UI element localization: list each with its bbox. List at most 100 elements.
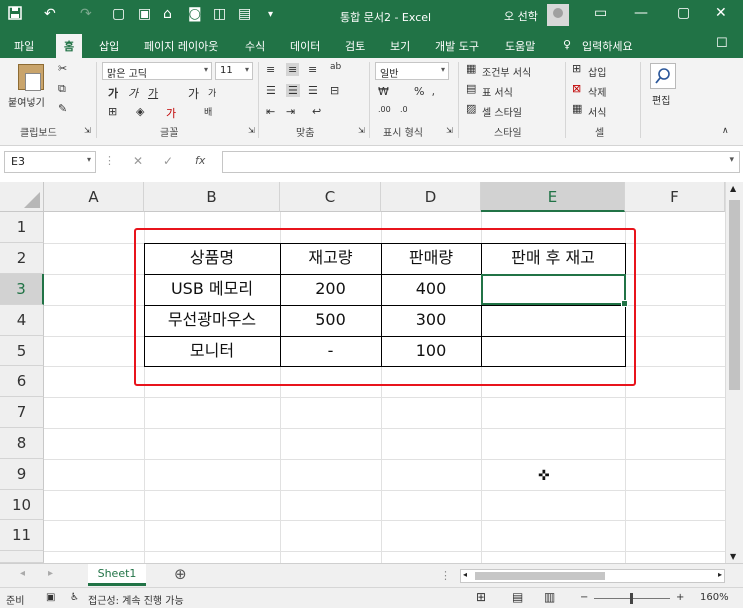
insert-cells-button[interactable]: 삽입 — [588, 64, 606, 79]
align-bottom-icon[interactable]: ≡ — [308, 63, 317, 76]
collapse-ribbon-icon[interactable]: ∧ — [722, 126, 729, 136]
currency-icon[interactable]: ₩ — [378, 85, 389, 98]
scroll-right-icon[interactable]: ▸ — [718, 570, 722, 579]
alignment-launcher-icon[interactable]: ⇲ — [358, 126, 365, 135]
next-sheet-icon[interactable]: ▸ — [48, 568, 53, 579]
cell-styles-button[interactable]: 셀 스타일 — [482, 104, 522, 119]
enter-icon[interactable]: ✓ — [163, 154, 173, 168]
tab-formulas[interactable]: 수식 — [245, 38, 265, 54]
increase-font-icon[interactable]: 가 — [188, 85, 199, 102]
zoom-level[interactable]: 160% — [700, 592, 729, 603]
form-icon[interactable]: ▤ — [238, 6, 251, 22]
conditional-format-button[interactable]: 조건부 서식 — [482, 64, 531, 79]
align-right-icon[interactable]: ☰ — [308, 84, 318, 97]
merge-icon[interactable]: ⊟ — [330, 84, 339, 97]
align-left-icon[interactable]: ☰ — [266, 84, 276, 97]
vertical-scrollbar[interactable]: ▲ ▼ — [725, 182, 743, 563]
tab-page-layout[interactable]: 페이지 레이아웃 — [144, 38, 218, 54]
tab-home[interactable]: 홈 — [56, 34, 83, 58]
decrease-font-icon[interactable]: 가 — [208, 86, 216, 99]
column-header-b[interactable]: B — [144, 182, 280, 212]
tab-insert[interactable]: 삽입 — [99, 38, 119, 54]
print-preview-icon[interactable]: ◫ — [213, 6, 226, 22]
vertical-scroll-thumb[interactable] — [729, 200, 740, 390]
camera-icon[interactable]: ◙ — [188, 6, 202, 22]
accessibility-status[interactable]: 접근성: 계속 진행 가능 — [88, 592, 184, 607]
delete-cells-button[interactable]: 삭제 — [588, 84, 606, 99]
align-middle-icon[interactable]: ≡ — [286, 63, 300, 76]
decrease-indent-icon[interactable]: ⇤ — [266, 105, 275, 118]
tab-help[interactable]: 도움말 — [505, 38, 535, 54]
row-header-12[interactable] — [0, 551, 44, 563]
insert-function-icon[interactable]: fx — [195, 154, 205, 167]
select-all-corner[interactable] — [0, 182, 44, 212]
font-name-select[interactable]: 맑은 고딕 ▾ — [102, 62, 212, 80]
row-header-6[interactable]: 6 — [0, 366, 44, 397]
font-launcher-icon[interactable]: ⇲ — [248, 126, 255, 135]
add-sheet-icon[interactable]: ⊕ — [174, 565, 187, 583]
expand-formula-icon[interactable]: ▾ — [729, 155, 734, 165]
page-break-view-icon[interactable]: ▥ — [544, 590, 555, 604]
zoom-slider-thumb[interactable] — [630, 593, 633, 604]
align-center-icon[interactable]: ☰ — [286, 84, 300, 97]
spreadsheet-grid[interactable]: A B C D E F 1 2 3 4 5 6 7 8 9 10 11 상품명 … — [0, 182, 725, 563]
copy-icon[interactable]: ⧉ — [58, 82, 66, 96]
font-size-select[interactable]: 11 ▾ — [215, 62, 253, 80]
cut-icon[interactable]: ✂ — [58, 62, 67, 75]
comment-icon[interactable]: ☐ — [716, 36, 728, 51]
format-cells-button[interactable]: 서식 — [588, 104, 606, 119]
cancel-icon[interactable]: ✕ — [133, 154, 143, 168]
tab-file[interactable]: 파일 — [14, 38, 34, 54]
row-header-2[interactable]: 2 — [0, 243, 44, 274]
save-icon[interactable] — [8, 6, 22, 24]
horizontal-scrollbar[interactable]: ◂ ▸ — [460, 569, 725, 583]
tab-developer[interactable]: 개발 도구 — [435, 38, 479, 54]
row-header-1[interactable]: 1 — [0, 212, 44, 243]
orientation-icon[interactable]: ab — [330, 62, 341, 72]
zoom-in-icon[interactable]: + — [676, 592, 684, 603]
row-header-7[interactable]: 7 — [0, 397, 44, 428]
bold-icon[interactable]: 가 — [108, 85, 118, 101]
row-header-3[interactable]: 3 — [0, 274, 44, 305]
new-file-icon[interactable]: ▢ — [112, 6, 125, 22]
formula-input[interactable]: ▾ — [222, 151, 740, 173]
search-icon[interactable] — [650, 63, 676, 89]
prev-sheet-icon[interactable]: ◂ — [20, 568, 25, 579]
format-painter-icon[interactable]: ✎ — [58, 102, 67, 115]
page-layout-view-icon[interactable]: ▤ — [512, 590, 523, 604]
save-as-icon[interactable]: ▣ — [138, 6, 151, 22]
number-launcher-icon[interactable]: ⇲ — [446, 126, 453, 135]
avatar[interactable] — [547, 4, 569, 26]
row-header-10[interactable]: 10 — [0, 490, 44, 520]
clipboard-launcher-icon[interactable]: ⇲ — [84, 126, 91, 135]
name-box[interactable]: E3 ▾ — [4, 151, 96, 173]
column-header-f[interactable]: F — [625, 182, 725, 212]
wrap-text-icon[interactable]: ↩ — [312, 105, 321, 118]
underline-icon[interactable]: 가 — [148, 85, 158, 101]
open-icon[interactable]: ⌂ — [163, 6, 172, 22]
sheet-tab-sheet1[interactable]: Sheet1 — [88, 564, 146, 586]
customize-qat-icon[interactable]: ▾ — [268, 9, 273, 20]
normal-view-icon[interactable]: ⊞ — [476, 590, 486, 604]
row-header-5[interactable]: 5 — [0, 336, 44, 366]
horizontal-scroll-thumb[interactable] — [475, 572, 605, 580]
paste-button[interactable]: 붙여넣기 — [8, 94, 45, 109]
zoom-out-icon[interactable]: − — [580, 592, 588, 603]
scroll-down-icon[interactable]: ▼ — [730, 552, 736, 561]
tab-view[interactable]: 보기 — [390, 38, 410, 54]
borders-icon[interactable]: ⊞ — [108, 105, 117, 118]
editing-button[interactable]: 편집 — [652, 92, 670, 107]
phonetic-icon[interactable]: 배 — [204, 105, 212, 118]
increase-decimal-icon[interactable]: .00 — [378, 105, 391, 114]
maximize-icon[interactable]: ▢ — [677, 5, 690, 21]
table-format-button[interactable]: 표 서식 — [482, 84, 513, 99]
column-header-c[interactable]: C — [280, 182, 381, 212]
comma-icon[interactable]: ⸴ — [432, 85, 435, 100]
user-name[interactable]: 오 선학 — [504, 8, 538, 24]
percent-icon[interactable]: % — [414, 85, 424, 98]
increase-indent-icon[interactable]: ⇥ — [286, 105, 295, 118]
scroll-up-icon[interactable]: ▲ — [730, 184, 736, 193]
tab-review[interactable]: 검토 — [345, 38, 365, 54]
paste-icon[interactable] — [18, 64, 44, 91]
row-header-9[interactable]: 9 — [0, 459, 44, 490]
